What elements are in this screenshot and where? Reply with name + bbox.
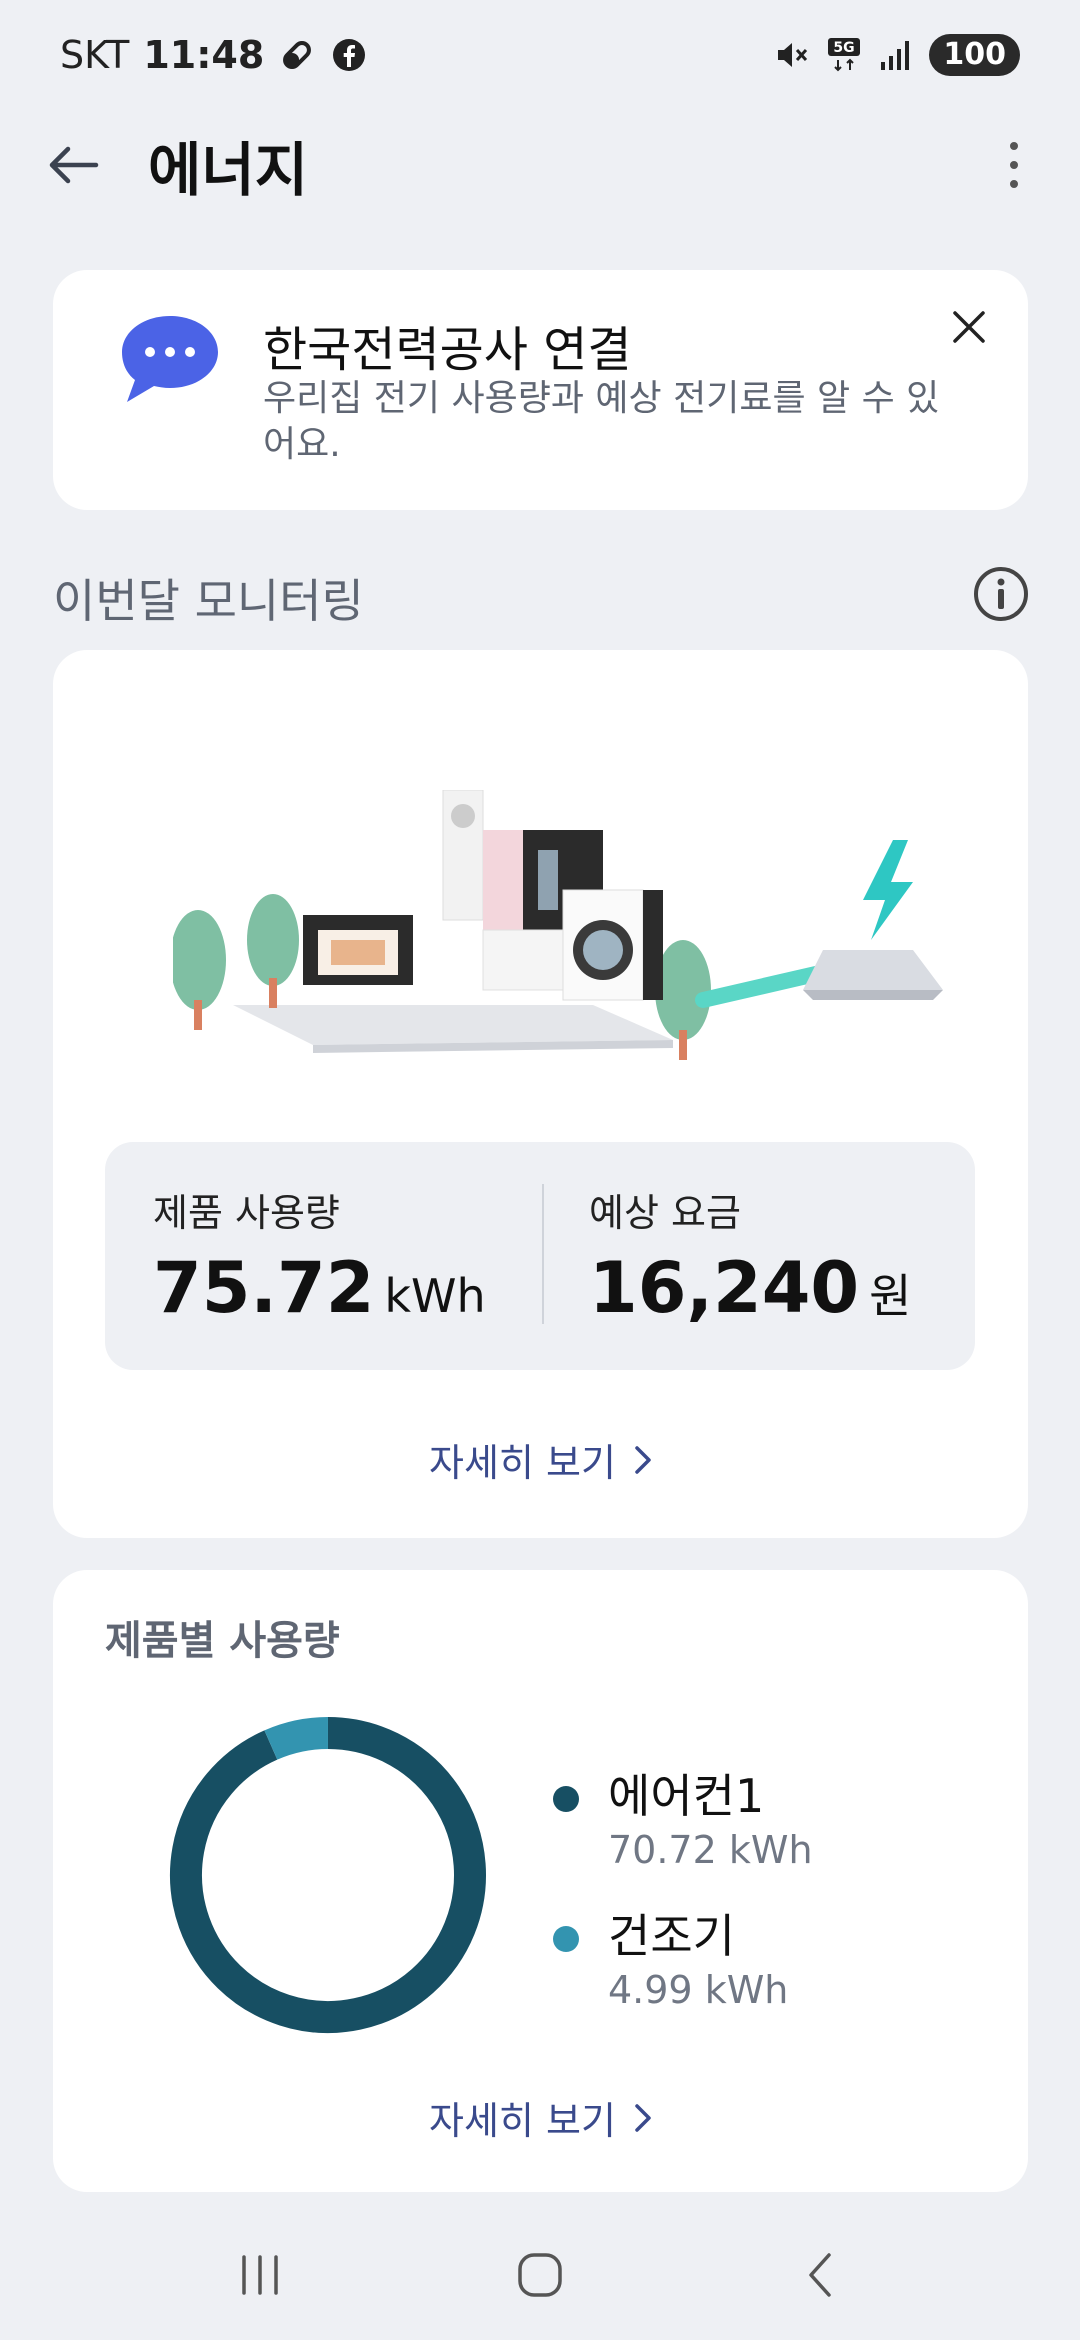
- estimated-fee-unit: 원: [869, 1269, 912, 1323]
- arrow-left-icon: [49, 146, 99, 184]
- recent-apps-icon: [242, 2255, 278, 2295]
- more-options-button[interactable]: [984, 128, 1044, 202]
- status-bar: SKT 11:48 5G 100: [0, 0, 1080, 110]
- product-usage-card: 제품별 사용량 에어컨1 70.72 kWh 건조기 4.99 kWh 자세히 …: [53, 1570, 1028, 2192]
- monitoring-card: 제품 사용량 75.72 kWh 예상 요금 16,240 원 자세히 보기: [53, 650, 1028, 1538]
- back-nav-button[interactable]: [770, 2235, 870, 2315]
- monitoring-detail-link[interactable]: 자세히 보기: [53, 1432, 1028, 1487]
- battery-indicator: 100: [929, 34, 1020, 76]
- chevron-right-icon: [635, 2103, 651, 2132]
- estimated-fee-block: 예상 요금 16,240 원: [589, 1182, 911, 1329]
- page-title: 에너지: [148, 136, 309, 204]
- monitoring-section-title: 이번달 모니터링: [53, 574, 364, 628]
- close-icon: [953, 311, 985, 343]
- status-time: 11:48: [143, 33, 265, 77]
- kepco-description: 우리집 전기 사용량과 예상 전기료를 알 수 있어요.: [263, 378, 940, 465]
- carrier-label: SKT: [60, 33, 130, 77]
- donut-segment-0: [170, 1717, 486, 2033]
- pill-icon: [278, 36, 316, 74]
- product-usage-detail-label: 자세히 보기: [429, 2099, 616, 2143]
- product-usage-detail-link[interactable]: 자세히 보기: [53, 2090, 1028, 2145]
- back-button[interactable]: [36, 128, 110, 202]
- legend-value: 70.72 kWh: [608, 1828, 813, 1872]
- legend-item[interactable]: 건조기 4.99 kWh: [553, 1900, 813, 2012]
- legend-dot: [553, 1926, 579, 1952]
- kepco-title: 한국전력공사 연결: [263, 322, 632, 378]
- svg-text:5G: 5G: [834, 40, 855, 56]
- product-usage-value: 75.72: [153, 1247, 375, 1329]
- legend-dot: [553, 1786, 579, 1812]
- system-nav-bar: [0, 2210, 1080, 2340]
- estimated-fee-value-row: 16,240 원: [589, 1247, 911, 1329]
- signal-icon: [877, 36, 915, 74]
- chat-bubble-icon: [122, 316, 218, 402]
- product-usage-block: 제품 사용량 75.72 kWh: [153, 1182, 486, 1329]
- product-usage-donut-chart: [170, 1717, 486, 2033]
- home-button[interactable]: [490, 2235, 590, 2315]
- info-icon[interactable]: [972, 565, 1030, 623]
- back-chevron-icon: [809, 2253, 831, 2297]
- product-usage-label: 제품 사용량: [153, 1191, 340, 1235]
- estimated-fee-label: 예상 요금: [589, 1191, 741, 1235]
- product-usage-value-row: 75.72 kWh: [153, 1247, 486, 1329]
- usage-summary-box: 제품 사용량 75.72 kWh 예상 요금 16,240 원: [105, 1142, 975, 1370]
- 5g-network-icon: 5G: [825, 36, 863, 74]
- app-bar: 에너지: [0, 110, 1080, 220]
- facebook-icon: [330, 36, 368, 74]
- chevron-right-icon: [635, 1445, 651, 1474]
- close-button[interactable]: [934, 292, 1004, 362]
- product-usage-legend: 에어컨1 70.72 kWh 건조기 4.99 kWh: [553, 1760, 813, 2040]
- more-vertical-icon: [1010, 142, 1018, 188]
- donut-segment-1: [264, 1717, 329, 1760]
- product-usage-unit: kWh: [384, 1269, 486, 1323]
- legend-name: 건조기: [608, 1909, 735, 1963]
- mute-icon: [773, 36, 811, 74]
- estimated-fee-value: 16,240: [589, 1247, 860, 1329]
- home-icon: [518, 2253, 562, 2297]
- legend-item[interactable]: 에어컨1 70.72 kWh: [553, 1760, 813, 1872]
- legend-name: 에어컨1: [608, 1769, 765, 1823]
- legend-value: 4.99 kWh: [608, 1968, 789, 2012]
- kepco-connect-card[interactable]: 한국전력공사 연결 우리집 전기 사용량과 예상 전기료를 알 수 있어요.: [53, 270, 1028, 510]
- monitoring-detail-label: 자세히 보기: [429, 1441, 616, 1485]
- divider: [542, 1184, 544, 1324]
- product-usage-title: 제품별 사용량: [105, 1618, 340, 1664]
- recent-apps-button[interactable]: [210, 2235, 310, 2315]
